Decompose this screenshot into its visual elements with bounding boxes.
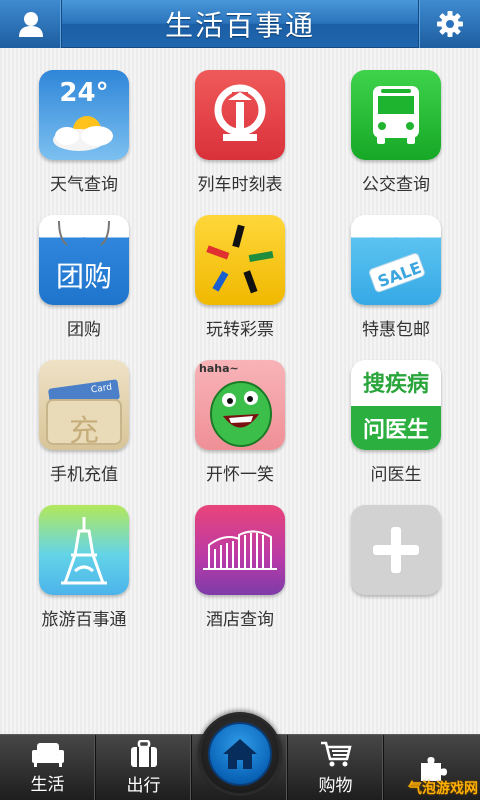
watermark-logo: 气泡游戏网 [408,781,478,797]
tile-bus[interactable]: 公交查询 [318,70,474,215]
sale-icon: SALE [351,215,441,305]
gear-icon [436,10,463,37]
tile-group-buy[interactable]: 团购 团购 [6,215,162,360]
lottery-icon [195,215,285,305]
tile-add[interactable] [318,505,474,650]
tile-label: 开怀一笑 [206,465,274,485]
haha-icon-text: haha~ [199,362,239,375]
app-title: 生活百事通 [164,8,315,42]
train-icon [195,70,285,160]
tile-label: 问医生 [370,465,422,485]
user-button[interactable] [0,0,62,48]
tile-doctor[interactable]: 搜疾病 问医生 问医生 [318,360,474,505]
haha-icon: haha~ [195,360,285,450]
group-buy-icon: 团购 [39,215,129,305]
tile-recharge[interactable]: Card 充 手机充值 [6,360,162,505]
tile-label: 玩转彩票 [206,320,274,340]
group-buy-icon-text: 团购 [55,260,112,293]
nav-shopping[interactable]: 购物 [288,735,384,800]
tile-label: 团购 [67,320,101,340]
tile-label: 特惠包邮 [362,320,430,340]
home-button[interactable] [198,712,282,796]
tile-travel[interactable]: 旅游百事通 [6,505,162,650]
nav-label: 购物 [318,776,353,796]
settings-button[interactable] [418,0,480,48]
luggage-icon [130,740,157,767]
add-icon [351,505,441,595]
bus-icon [351,70,441,160]
tile-label: 旅游百事通 [41,610,127,630]
recharge-icon: Card 充 [39,360,129,450]
doctor-icon-bottom-text: 问医生 [351,406,441,450]
tile-label: 酒店查询 [206,610,274,630]
tile-label: 列车时刻表 [197,175,283,195]
feature-grid: 24° 天气查询 列车时刻表 公交查询 团购 团购 玩转彩票 SALE 特惠包邮… [0,48,480,734]
nav-travel[interactable]: 出行 [96,735,192,800]
nav-label: 生活 [30,775,65,795]
weather-icon: 24° [39,70,129,160]
cart-icon [320,741,352,767]
tile-weather[interactable]: 24° 天气查询 [6,70,162,215]
tile-label: 天气查询 [50,175,118,195]
tile-label: 公交查询 [362,175,430,195]
hotel-icon [195,505,285,595]
nav-label: 出行 [126,776,161,796]
travel-icon [39,505,129,595]
top-bar: 生活百事通 [0,0,480,48]
sofa-icon [31,743,64,767]
recharge-icon-text: 充 [69,414,99,449]
doctor-icon-top-text: 搜疾病 [362,372,429,397]
home-button-face [208,722,272,786]
user-icon [18,11,43,37]
tile-label: 手机充值 [50,465,118,485]
doctor-icon: 搜疾病 问医生 [351,360,441,450]
tile-lottery[interactable]: 玩转彩票 [162,215,318,360]
tile-sale[interactable]: SALE 特惠包邮 [318,215,474,360]
tile-train[interactable]: 列车时刻表 [162,70,318,215]
nav-life[interactable]: 生活 [0,735,96,800]
tile-hotel[interactable]: 酒店查询 [162,505,318,650]
tile-jokes[interactable]: haha~ 开怀一笑 [162,360,318,505]
home-icon [223,739,257,769]
